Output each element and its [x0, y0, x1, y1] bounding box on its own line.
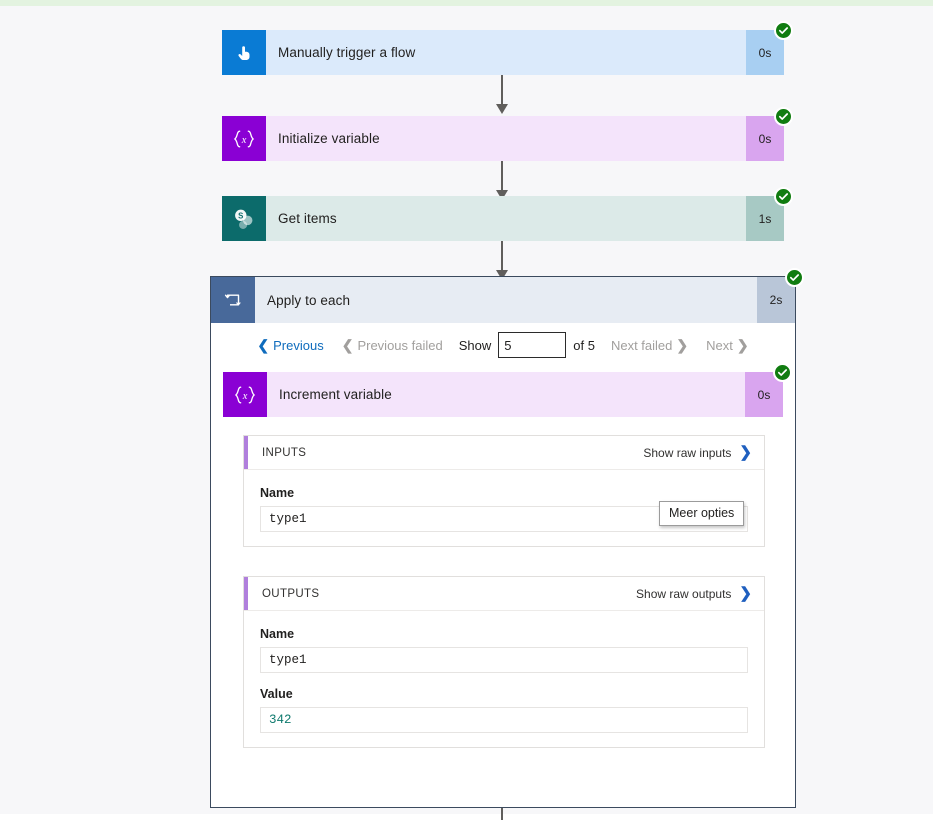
apply-to-each-header[interactable]: Apply to each 2s	[211, 268, 804, 323]
outputs-value-value: 342	[260, 707, 748, 733]
svg-text:x: x	[241, 134, 247, 145]
chevron-right-icon: ❯	[736, 337, 749, 353]
pager-previous-button[interactable]: ❮ Previous	[248, 338, 332, 353]
pager-next-button[interactable]: Next ❯	[697, 338, 757, 353]
flow-step-manually-trigger-a-flow[interactable]: Manually trigger a flow 0s	[222, 21, 793, 75]
inputs-title: INPUTS	[262, 446, 307, 459]
flow-step-initialize-variable[interactable]: x Initialize variable 0s	[222, 107, 793, 161]
svg-text:x: x	[242, 390, 248, 401]
apply-to-each-label: Apply to each	[255, 277, 757, 323]
status-success-icon	[773, 363, 792, 382]
outputs-name-value: type1	[260, 647, 748, 673]
variable-braces-icon: x	[223, 372, 267, 417]
show-raw-inputs-button[interactable]: Show raw inputs ❯	[643, 445, 752, 460]
variable-braces-icon: x	[222, 116, 266, 161]
pager-iteration-input[interactable]	[498, 332, 567, 358]
svg-text:S: S	[238, 211, 243, 220]
pager-previous-failed-label: Previous failed	[357, 337, 443, 353]
outputs-header: OUTPUTS Show raw outputs ❯	[244, 577, 764, 611]
inputs-header: INPUTS Show raw inputs ❯	[244, 436, 764, 470]
pager-of-label: of 5	[573, 337, 595, 353]
pager-next-label: Next	[706, 337, 733, 353]
status-success-icon	[774, 187, 793, 206]
show-raw-outputs-button[interactable]: Show raw outputs ❯	[636, 586, 752, 601]
show-raw-outputs-label: Show raw outputs	[636, 586, 732, 601]
pager-next-failed-label: Next failed	[610, 337, 673, 353]
flow-step-label: Get items	[266, 196, 746, 241]
chevron-right-icon: ❯	[739, 585, 752, 602]
loop-icon	[211, 277, 255, 323]
status-success-icon	[774, 107, 793, 126]
outputs-title: OUTPUTS	[262, 587, 320, 600]
chevron-left-icon: ❮	[341, 337, 354, 353]
status-success-icon	[785, 268, 804, 287]
chevron-right-icon: ❯	[739, 444, 752, 461]
outputs-body: Name type1 Value 342	[244, 611, 764, 747]
more-options-tooltip: Meer opties	[659, 501, 745, 526]
chevron-left-icon: ❮	[257, 337, 270, 353]
flow-step-get-items[interactable]: S Get items 1s	[222, 187, 793, 241]
connector-arrow-2	[496, 161, 508, 200]
apply-to-each-scope: Apply to each 2s ❮ Previous ❮ Previous f…	[210, 268, 804, 808]
pager-previous-label: Previous	[273, 337, 324, 353]
outputs-accent-bar	[244, 577, 248, 610]
tap-finger-icon	[222, 30, 266, 75]
flow-step-label: Manually trigger a flow	[266, 30, 746, 75]
outputs-name-label: Name	[260, 627, 295, 641]
flow-run-canvas: Manually trigger a flow 0s x Initialize …	[0, 6, 933, 820]
field-spacer	[260, 673, 748, 687]
flow-step-label: Initialize variable	[266, 116, 746, 161]
status-success-icon	[774, 21, 793, 40]
inputs-name-label: Name	[260, 486, 295, 500]
sharepoint-icon: S	[222, 196, 266, 241]
flow-step-label: Increment variable	[267, 372, 745, 417]
show-raw-inputs-label: Show raw inputs	[643, 445, 732, 460]
outputs-panel: OUTPUTS Show raw outputs ❯ Name type1 Va…	[243, 576, 765, 748]
pager-previous-failed-button[interactable]: ❮ Previous failed	[333, 338, 452, 353]
connector-arrow-3	[496, 241, 508, 280]
flow-step-increment-variable[interactable]: x Increment variable 0s	[223, 363, 792, 417]
iteration-pager: ❮ Previous ❮ Previous failed Show of 5 N…	[211, 323, 795, 367]
pager-show-label: Show	[458, 337, 492, 353]
pager-next-failed-button[interactable]: Next failed ❯	[602, 338, 697, 353]
inputs-panel: INPUTS Show raw inputs ❯ Name type1	[243, 435, 765, 547]
chevron-right-icon: ❯	[676, 337, 689, 353]
connector-arrow-1	[496, 75, 508, 114]
outputs-value-label: Value	[260, 687, 293, 701]
inputs-accent-bar	[244, 436, 248, 469]
connector-below-scope	[501, 808, 503, 820]
